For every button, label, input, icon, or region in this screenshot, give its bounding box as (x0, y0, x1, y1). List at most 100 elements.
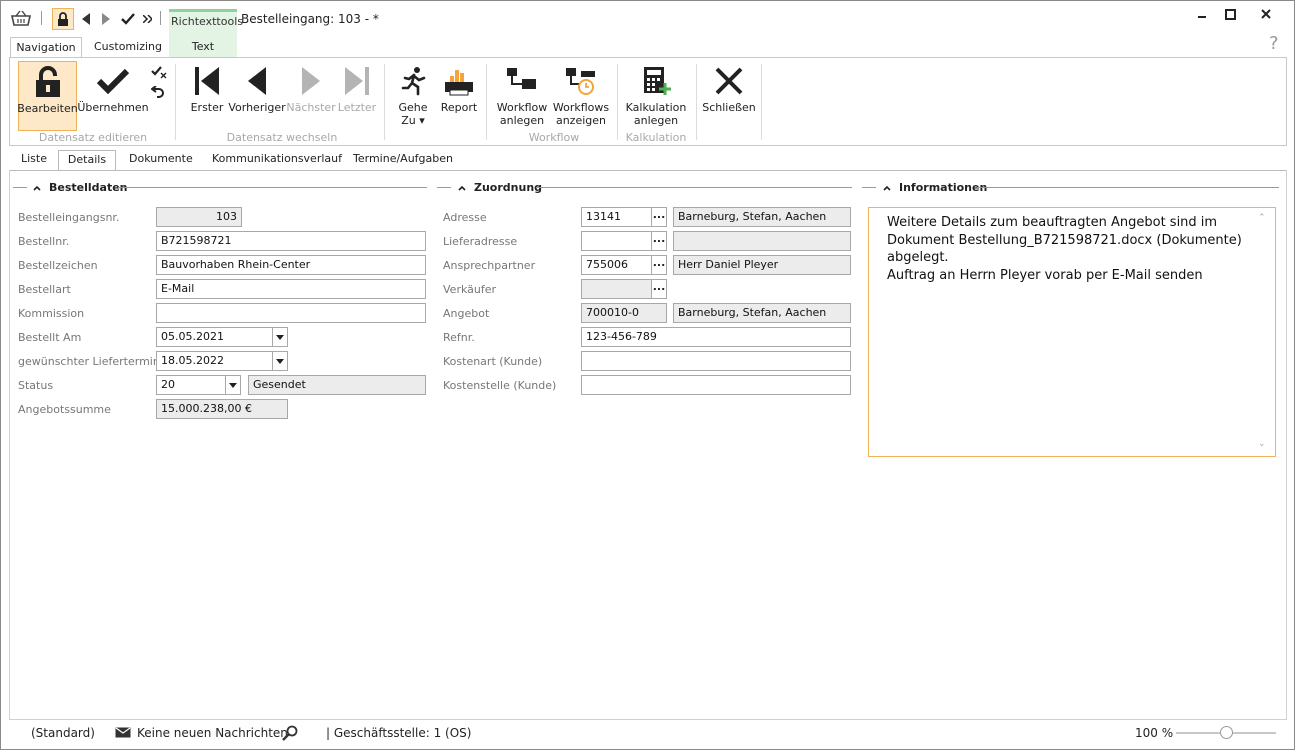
check-discard-icon[interactable] (151, 65, 167, 81)
last-record-icon (344, 61, 370, 101)
scroll-down-icon[interactable]: ⌄ (1258, 439, 1266, 449)
tab-details[interactable]: Details (58, 150, 116, 171)
schliessen-button[interactable]: Schließen (702, 61, 756, 131)
gehe-zu-button[interactable]: Gehe Zu ▾ (395, 61, 431, 131)
search-icon[interactable] (282, 725, 298, 744)
scroll-up-icon[interactable]: ⌃ (1258, 213, 1266, 223)
zoom-level: 100 % (1135, 726, 1174, 740)
minimize-button[interactable] (1192, 5, 1212, 23)
liefertermin-date-input[interactable]: 18.05.2022 (156, 351, 273, 371)
collapse-chevron-icon[interactable] (33, 181, 41, 194)
status-select[interactable]: 20 (156, 375, 226, 395)
informationen-textarea[interactable]: Weitere Details zum beauftragten Angebot… (868, 207, 1276, 457)
section-header-informationen[interactable]: Informationen (883, 180, 987, 194)
naechster-button[interactable]: Nächster (286, 61, 336, 131)
workflow-create-icon (506, 61, 538, 101)
bestellnr-input[interactable]: B721598721 (156, 231, 426, 251)
tab-termine-aufgaben[interactable]: Termine/Aufgaben (353, 150, 453, 170)
workflows-anzeigen-label-1: Workflows (552, 101, 610, 114)
collapse-chevron-icon[interactable] (883, 181, 891, 194)
ribbon-tab-text[interactable]: Text (169, 37, 237, 57)
maximize-button[interactable] (1220, 5, 1240, 23)
status-profile[interactable]: (Standard) (31, 726, 95, 740)
bestellart-input[interactable]: E-Mail (156, 279, 426, 299)
workflow-clock-icon (565, 61, 597, 101)
letzter-button[interactable]: Letzter (336, 61, 378, 131)
status-branch: | Geschäftsstelle: 1 (OS) (326, 726, 472, 740)
bestellt-am-date-input[interactable]: 05.05.2021 (156, 327, 273, 347)
qat-separator (160, 11, 161, 25)
label-angebot: Angebot (443, 307, 490, 320)
ribbon-group-separator (761, 64, 762, 140)
section-rule (862, 187, 876, 188)
lock-icon (34, 62, 62, 102)
tab-kommunikationsverlauf[interactable]: Kommunikationsverlauf (212, 150, 342, 170)
kalkulation-anlegen-button[interactable]: Kalkulation anlegen (626, 61, 686, 131)
tab-liste[interactable]: Liste (21, 150, 47, 170)
section-header-zuordnung[interactable]: Zuordnung (458, 180, 542, 194)
report-button[interactable]: Report (438, 61, 480, 131)
ansprechpartner-lookup-button[interactable]: ... (651, 255, 667, 275)
qat-lock-button[interactable] (52, 8, 74, 30)
workflow-anlegen-button[interactable]: Workflow anlegen (496, 61, 548, 131)
close-window-button[interactable] (1256, 5, 1276, 23)
report-printer-icon (444, 61, 474, 101)
qat-previous-button[interactable] (79, 9, 93, 29)
label-bestellzeichen: Bestellzeichen (18, 259, 98, 272)
ansprechpartner-text-field: Herr Daniel Pleyer (673, 255, 851, 275)
bearbeiten-button[interactable]: Bearbeiten (17, 61, 78, 131)
title-bar: Richtexttools Bestelleingang: 103 - * (1, 1, 1294, 57)
status-text-field: Gesendet (248, 375, 426, 395)
first-record-icon (194, 61, 220, 101)
group-label-workflow: Workflow (528, 131, 580, 144)
adresse-lookup-button[interactable]: ... (651, 207, 667, 227)
bestellt-am-dropdown-button[interactable] (272, 327, 288, 347)
info-line: abgelegt. (887, 250, 949, 265)
kostenstelle-input[interactable] (581, 375, 851, 395)
label-bestelleingangsnr: Bestelleingangsnr. (18, 211, 120, 224)
status-bar: (Standard) Keine neuen Nachrichten | Ges… (1, 720, 1294, 749)
qat-more-icon[interactable] (141, 9, 153, 29)
kostenart-input[interactable] (581, 351, 851, 371)
bestellzeichen-input[interactable]: Bauvorhaben Rhein-Center (156, 255, 426, 275)
qat-next-button[interactable] (99, 9, 113, 29)
report-label: Report (440, 101, 478, 114)
angebot-field: 700010-0 (581, 303, 667, 323)
kommission-input[interactable] (156, 303, 426, 323)
envelope-icon (115, 727, 131, 741)
app-basket-icon[interactable] (9, 9, 33, 29)
ribbon-tab-customizing[interactable]: Customizing (91, 37, 165, 57)
verkaeufer-lookup-button[interactable]: ... (651, 279, 667, 299)
erster-button[interactable]: Erster (186, 61, 228, 131)
section-header-bestelldaten[interactable]: Bestelldaten (33, 180, 128, 194)
ansprechpartner-input[interactable]: 755006 (581, 255, 652, 275)
ribbon-tab-navigation[interactable]: Navigation (10, 37, 82, 58)
naechster-label: Nächster (286, 101, 336, 114)
vorheriger-button[interactable]: Vorheriger (228, 61, 286, 131)
label-refnr: Refnr. (443, 331, 475, 344)
close-icon (715, 61, 743, 101)
status-messages[interactable]: Keine neuen Nachrichten (137, 726, 288, 740)
workflows-anzeigen-button[interactable]: Workflows anzeigen (552, 61, 610, 131)
lieferadresse-lookup-button[interactable]: ... (651, 231, 667, 251)
qat-check-icon[interactable] (119, 9, 137, 29)
uebernehmen-button[interactable]: Übernehmen (77, 61, 149, 131)
lieferadresse-input[interactable] (581, 231, 652, 251)
collapse-chevron-icon[interactable] (458, 181, 466, 194)
status-dropdown-button[interactable] (225, 375, 241, 395)
check-icon (97, 61, 129, 101)
tab-dokumente[interactable]: Dokumente (129, 150, 193, 170)
refnr-input[interactable]: 123-456-789 (581, 327, 851, 347)
calculator-add-icon (641, 61, 671, 101)
adresse-input[interactable]: 13141 (581, 207, 652, 227)
kalkulation-label-1: Kalkulation (625, 101, 687, 114)
liefertermin-dropdown-button[interactable] (272, 351, 288, 371)
qat-separator (41, 11, 42, 25)
gehe-zu-label-2: Zu ▾ (401, 114, 425, 127)
zoom-slider-thumb[interactable] (1219, 726, 1233, 739)
help-icon[interactable]: ? (1269, 33, 1279, 54)
undo-icon[interactable] (150, 85, 167, 102)
previous-record-icon (247, 61, 267, 101)
group-label-datensatz-wechseln: Datensatz wechseln (226, 131, 338, 144)
erster-label: Erster (190, 101, 224, 114)
